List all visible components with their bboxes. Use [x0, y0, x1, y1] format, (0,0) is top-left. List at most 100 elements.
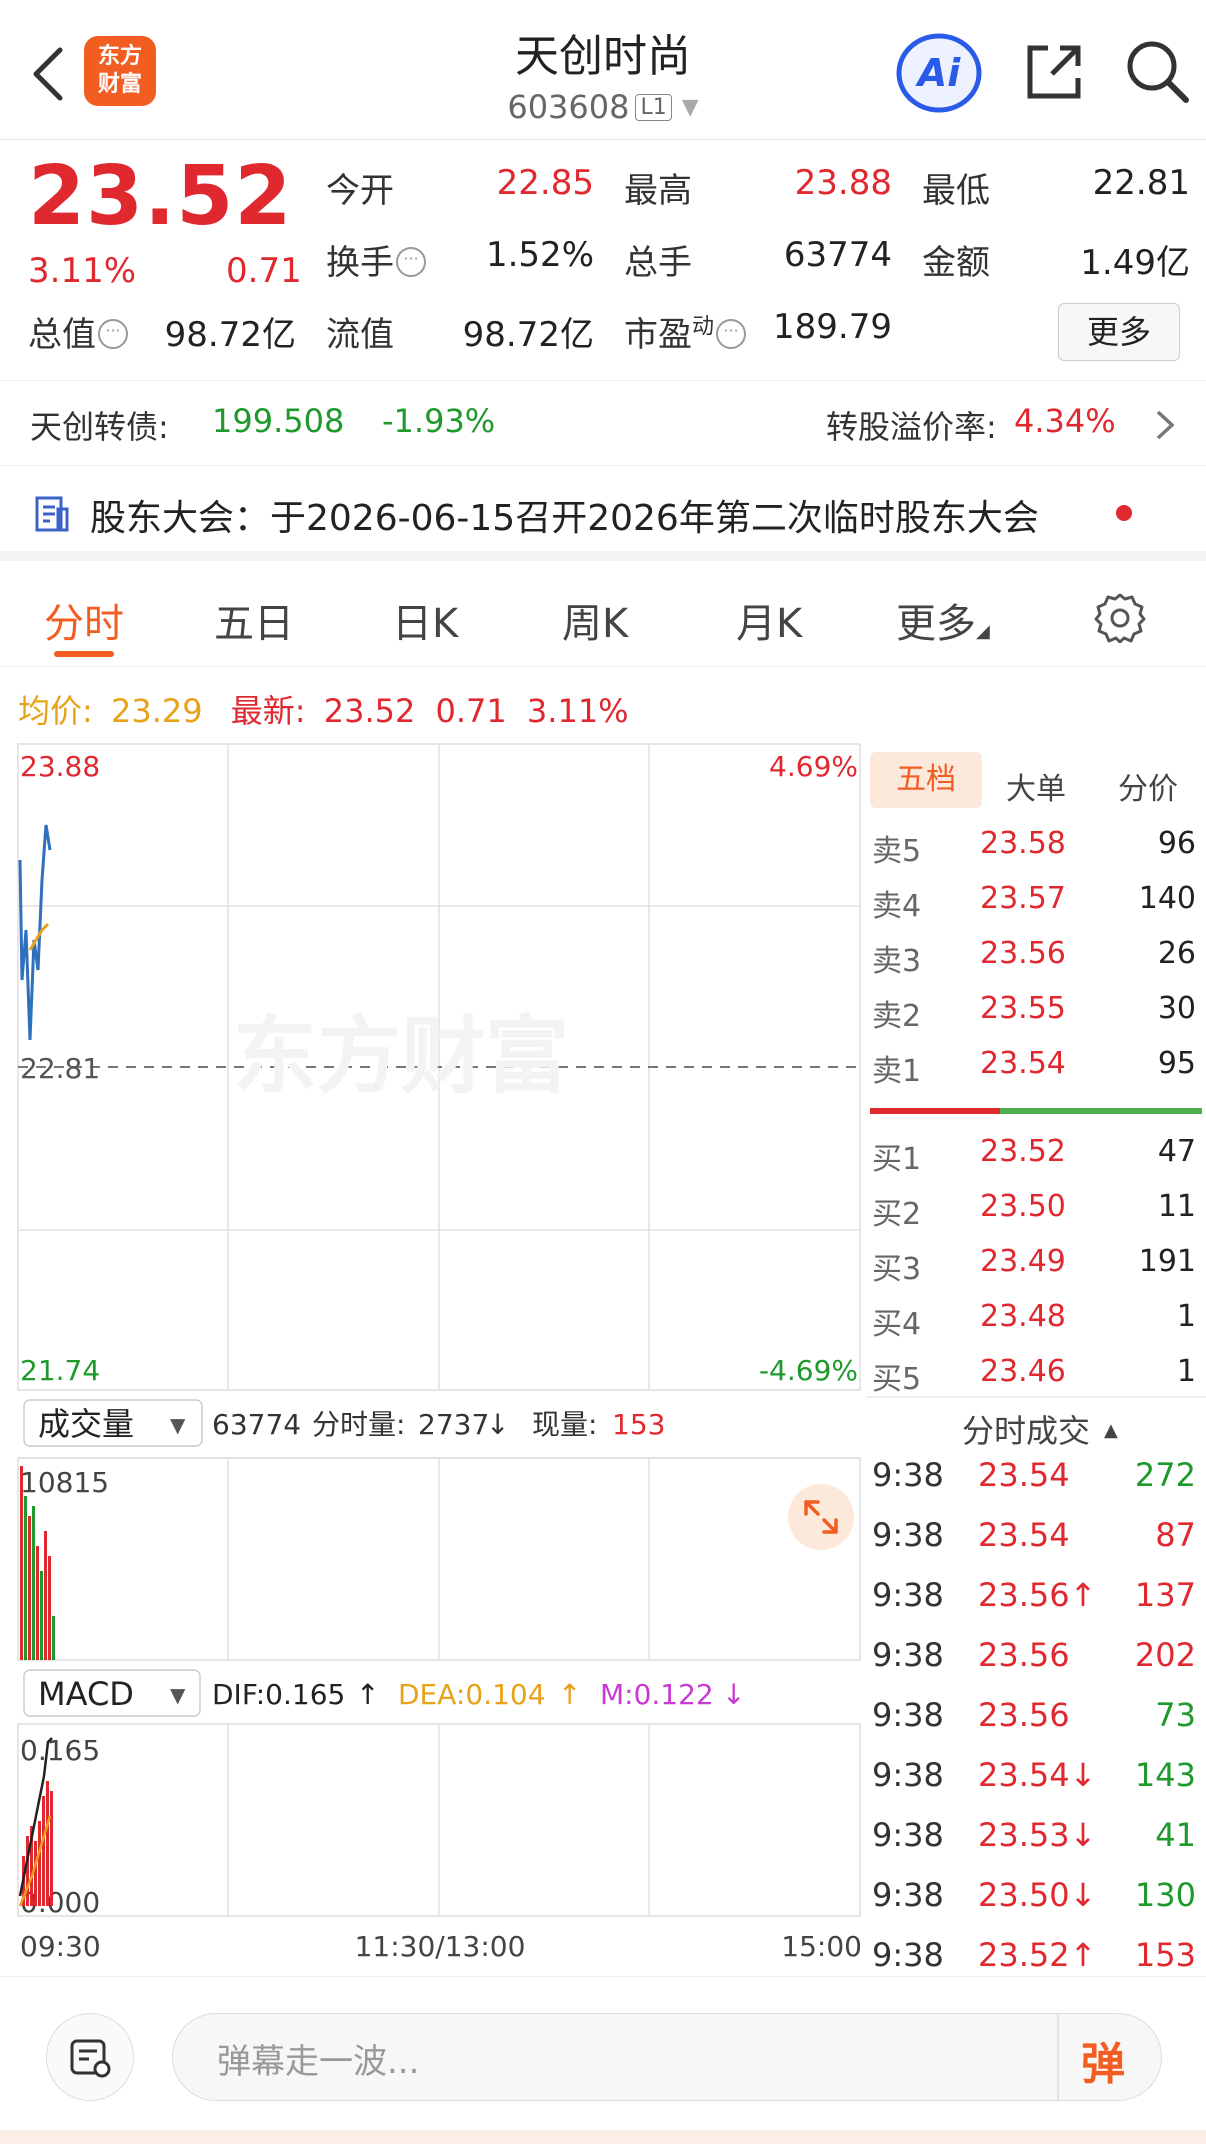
logo-text-bottom: 财富 [97, 72, 142, 97]
intraday-price-chart[interactable]: 东方财富 23.88 22.81 21.74 4.69% -4.69% [0, 740, 866, 1396]
back-arrow-icon[interactable] [26, 44, 70, 104]
watermark: 东方财富 [233, 1007, 569, 1105]
tick-volume: 73 [1155, 1696, 1196, 1734]
info-icon[interactable]: ··· [396, 247, 426, 277]
bar-volume-value: 2737 [418, 1408, 489, 1441]
eastmoney-logo: 东方 财富 [84, 36, 156, 106]
market-cap-label[interactable]: 总值 ··· [28, 307, 128, 356]
tick-price: 23.54 [978, 1456, 1070, 1494]
bid-row-1: 买1 23.52 47 [866, 1134, 1206, 1188]
now-volume-label: 现量: [532, 1408, 597, 1441]
high-label: 最高 [624, 171, 692, 211]
quote-panel: 23.52 3.11% 0.71 今开 22.85 最高 23.88 最低 22… [0, 141, 1206, 381]
divider [866, 1396, 1206, 1398]
latest-change-pct: 3.11% [526, 692, 629, 730]
search-icon[interactable] [1124, 38, 1190, 104]
pct-axis-bottom: -4.69% [759, 1354, 858, 1387]
buy-strength-bar [1000, 1108, 1202, 1114]
info-icon[interactable]: ··· [98, 319, 128, 349]
dea-value: DEA:0.104 [398, 1678, 546, 1711]
volume-bar [52, 1616, 55, 1660]
turnover-rate-text: 换手 [326, 243, 394, 283]
turnover-rate-value: 1.52% [485, 235, 594, 275]
turnover-rate-label[interactable]: 换手 ··· [326, 235, 426, 284]
share-icon[interactable] [1022, 40, 1086, 104]
bar-volume-label: 分时量: [312, 1408, 405, 1441]
tab-five-day[interactable]: 五日 [214, 591, 294, 649]
tick-price: 23.52↑ [978, 1936, 1097, 1974]
volume-bar [24, 1496, 27, 1660]
change-amount: 0.71 [226, 251, 302, 291]
volume-selector[interactable]: 成交量 [38, 1405, 134, 1443]
tab-price-distribution[interactable]: 分价 [1118, 764, 1178, 808]
tab-weekly-k[interactable]: 周K [562, 591, 628, 649]
tick-trades-panel: 分时成交 ▲ 9:38 23.54 272 9:38 23.54 87 9:38 23.56↑ 1… [866, 1396, 1206, 1974]
ask-price: 23.56 [980, 936, 1066, 971]
float-cap-value: 98.72亿 [462, 315, 594, 355]
tick-time: 9:38 [872, 1696, 944, 1734]
bid-label: 买2 [872, 1197, 922, 1232]
pe-superscript: 动 [692, 314, 715, 340]
amount-value: 1.49亿 [1080, 243, 1190, 283]
tick-trades-title[interactable]: 分时成交 ▲ [962, 1406, 1118, 1452]
bid-volume: 47 [1157, 1134, 1196, 1169]
notice-document-icon [35, 496, 69, 532]
latest-change: 0.71 [435, 692, 507, 730]
volume-bar [28, 1516, 31, 1660]
m-value: M:0.122 [600, 1678, 714, 1711]
tab-five-levels[interactable]: 五档 [870, 752, 982, 808]
price-axis-bottom: 21.74 [20, 1354, 100, 1387]
tick-price: 23.56 [978, 1636, 1070, 1674]
ask-row-3: 卖3 23.56 26 [866, 936, 1206, 990]
macd-bar [38, 1821, 41, 1906]
convertible-bond-row[interactable]: 天创转债: 199.508 -1.93% 转股溢价率: 4.34% [0, 382, 1206, 466]
tab-daily-k[interactable]: 日K [392, 591, 458, 649]
open-value: 22.85 [496, 163, 594, 203]
amount-label: 金额 [922, 243, 990, 283]
low-value: 22.81 [1092, 163, 1190, 203]
ask-volume: 96 [1157, 826, 1196, 861]
tab-more-label: 更多 [896, 601, 976, 647]
more-button[interactable]: 更多 [1058, 303, 1180, 361]
premium-label: 转股溢价率: [826, 408, 997, 446]
tab-intraday[interactable]: 分时 [44, 591, 124, 649]
tick-price: 23.54↓ [978, 1756, 1097, 1794]
tab-more[interactable]: 更多◢ [896, 591, 990, 649]
latest-value: 23.52 [323, 692, 416, 730]
stock-code-selector[interactable]: 603608 L1 ▼ [400, 88, 806, 126]
pe-label[interactable]: 市盈动 ··· [624, 307, 747, 356]
sort-triangle-icon: ▲ [1104, 1420, 1118, 1441]
expand-chart-button[interactable] [788, 1484, 854, 1550]
time-start: 09:30 [20, 1930, 101, 1963]
comment-settings-icon [70, 2039, 111, 2078]
announcement-row[interactable]: 股东大会：于2026-06-15召开2026年第二次临时股东大会 [0, 467, 1206, 561]
tab-big-orders[interactable]: 大单 [1006, 764, 1066, 808]
danmu-input[interactable]: 弹幕走一波... 弹 [172, 2013, 1162, 2101]
tab-monthly-k[interactable]: 月K [736, 591, 802, 649]
dropdown-triangle-icon: ▼ [170, 1413, 186, 1437]
tick-time: 9:38 [872, 1516, 944, 1554]
tick-volume: 143 [1134, 1756, 1196, 1794]
bid-row-2: 买2 23.50 11 [866, 1189, 1206, 1243]
ai-assistant-button[interactable]: Ai [896, 33, 982, 113]
dif-up-arrow-icon: ↑ [356, 1678, 379, 1711]
latest-label: 最新: [230, 692, 306, 730]
tick-price: 23.56↑ [978, 1576, 1097, 1614]
volume-bar [44, 1531, 47, 1660]
ask-row-2: 卖2 23.55 30 [866, 991, 1206, 1045]
stock-name: 天创时尚 [515, 31, 691, 82]
settings-gear-icon[interactable] [1094, 591, 1146, 643]
danmu-send-button[interactable]: 弹 [1081, 2028, 1125, 2092]
info-icon[interactable]: ··· [716, 319, 747, 349]
macd-selector[interactable]: MACD [38, 1675, 134, 1713]
bid-volume: 1 [1176, 1354, 1196, 1389]
comment-list-button[interactable] [46, 2013, 134, 2101]
top-nav-bar: 东方 财富 天创时尚 603608 L1 ▼ Ai [0, 0, 1206, 140]
volume-chart[interactable]: 成交量 ▼ 63774 分时量: 2737 ↓ 现量: 153 10815 [0, 1396, 866, 1666]
tick-row: 9:38 23.56 73 [866, 1696, 1206, 1756]
m-down-arrow-icon: ↓ [722, 1678, 745, 1711]
macd-chart[interactable]: MACD ▼ DIF:0.165 ↑ DEA:0.104 ↑ M:0.122 ↓… [0, 1666, 866, 1966]
tick-time: 9:38 [872, 1456, 944, 1494]
bid-row-4: 买4 23.48 1 [866, 1299, 1206, 1353]
tick-volume: 202 [1134, 1636, 1196, 1674]
